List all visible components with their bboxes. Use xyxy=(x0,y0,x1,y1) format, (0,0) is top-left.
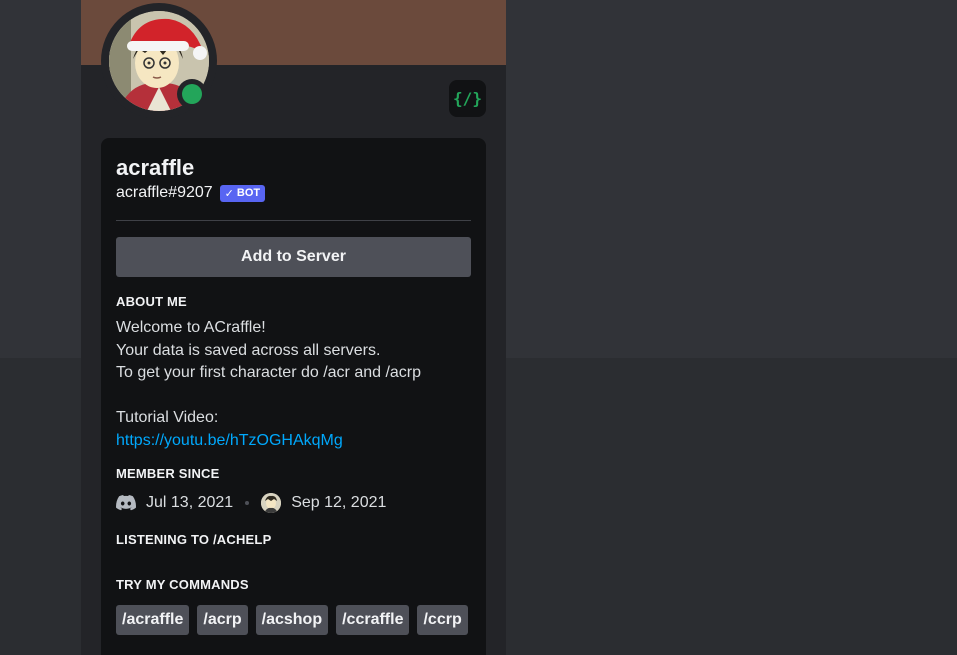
server-member-date: Sep 12, 2021 xyxy=(291,494,387,511)
command-chip[interactable]: /ccrp xyxy=(417,605,468,635)
profile-card: acraffle acraffle#9207 ✓ BOT Add to Serv… xyxy=(101,138,486,655)
commands-title: TRY MY COMMANDS xyxy=(116,577,249,592)
about-me-text: Welcome to ACraffle! Your data is saved … xyxy=(116,317,471,452)
verified-check-icon: ✓ xyxy=(224,187,234,200)
about-me-title: ABOUT ME xyxy=(116,294,187,309)
member-since-title: MEMBER SINCE xyxy=(116,466,220,481)
user-profile-popout: {/} acraffle acraffle#9207 ✓ BOT Add to … xyxy=(81,0,506,655)
separator-dot xyxy=(245,501,250,505)
command-chip[interactable]: /acshop xyxy=(255,605,329,635)
activity-title: LISTENING TO /ACHELP xyxy=(116,532,272,547)
add-to-server-button[interactable]: Add to Server xyxy=(116,237,471,277)
discord-icon xyxy=(116,495,136,511)
avatar-wrapper[interactable] xyxy=(101,3,217,119)
username: acraffle#9207 xyxy=(116,184,213,201)
online-status-icon xyxy=(182,84,202,104)
bot-tag: ✓ BOT xyxy=(219,184,266,202)
discord-member-date: Jul 13, 2021 xyxy=(146,494,234,511)
about-line: Welcome to ACraffle! xyxy=(116,319,266,336)
server-icon xyxy=(261,493,282,513)
member-since-row: Jul 13, 2021 Sep 12, 2021 xyxy=(116,493,471,513)
status-indicator xyxy=(177,79,207,109)
command-chip[interactable]: /ccraffle xyxy=(336,605,410,635)
about-line: Your data is saved across all servers. xyxy=(116,341,381,359)
commands-list: /acraffle /acrp /acshop /ccraffle /ccrp xyxy=(116,605,471,635)
display-name: acraffle xyxy=(116,155,195,180)
tutorial-video-link[interactable]: https://youtu.be/hTzOGHAkqMg xyxy=(116,432,343,449)
about-line: Tutorial Video: xyxy=(116,409,219,426)
about-line: To get your first character do /acr and … xyxy=(116,364,422,381)
username-row: acraffle#9207 ✓ BOT xyxy=(116,183,471,203)
command-chip[interactable]: /acraffle xyxy=(116,605,190,635)
divider xyxy=(116,220,471,221)
slash-commands-icon[interactable]: {/} xyxy=(449,80,486,117)
command-chip[interactable]: /acrp xyxy=(197,605,248,635)
bot-tag-label: BOT xyxy=(236,187,261,199)
